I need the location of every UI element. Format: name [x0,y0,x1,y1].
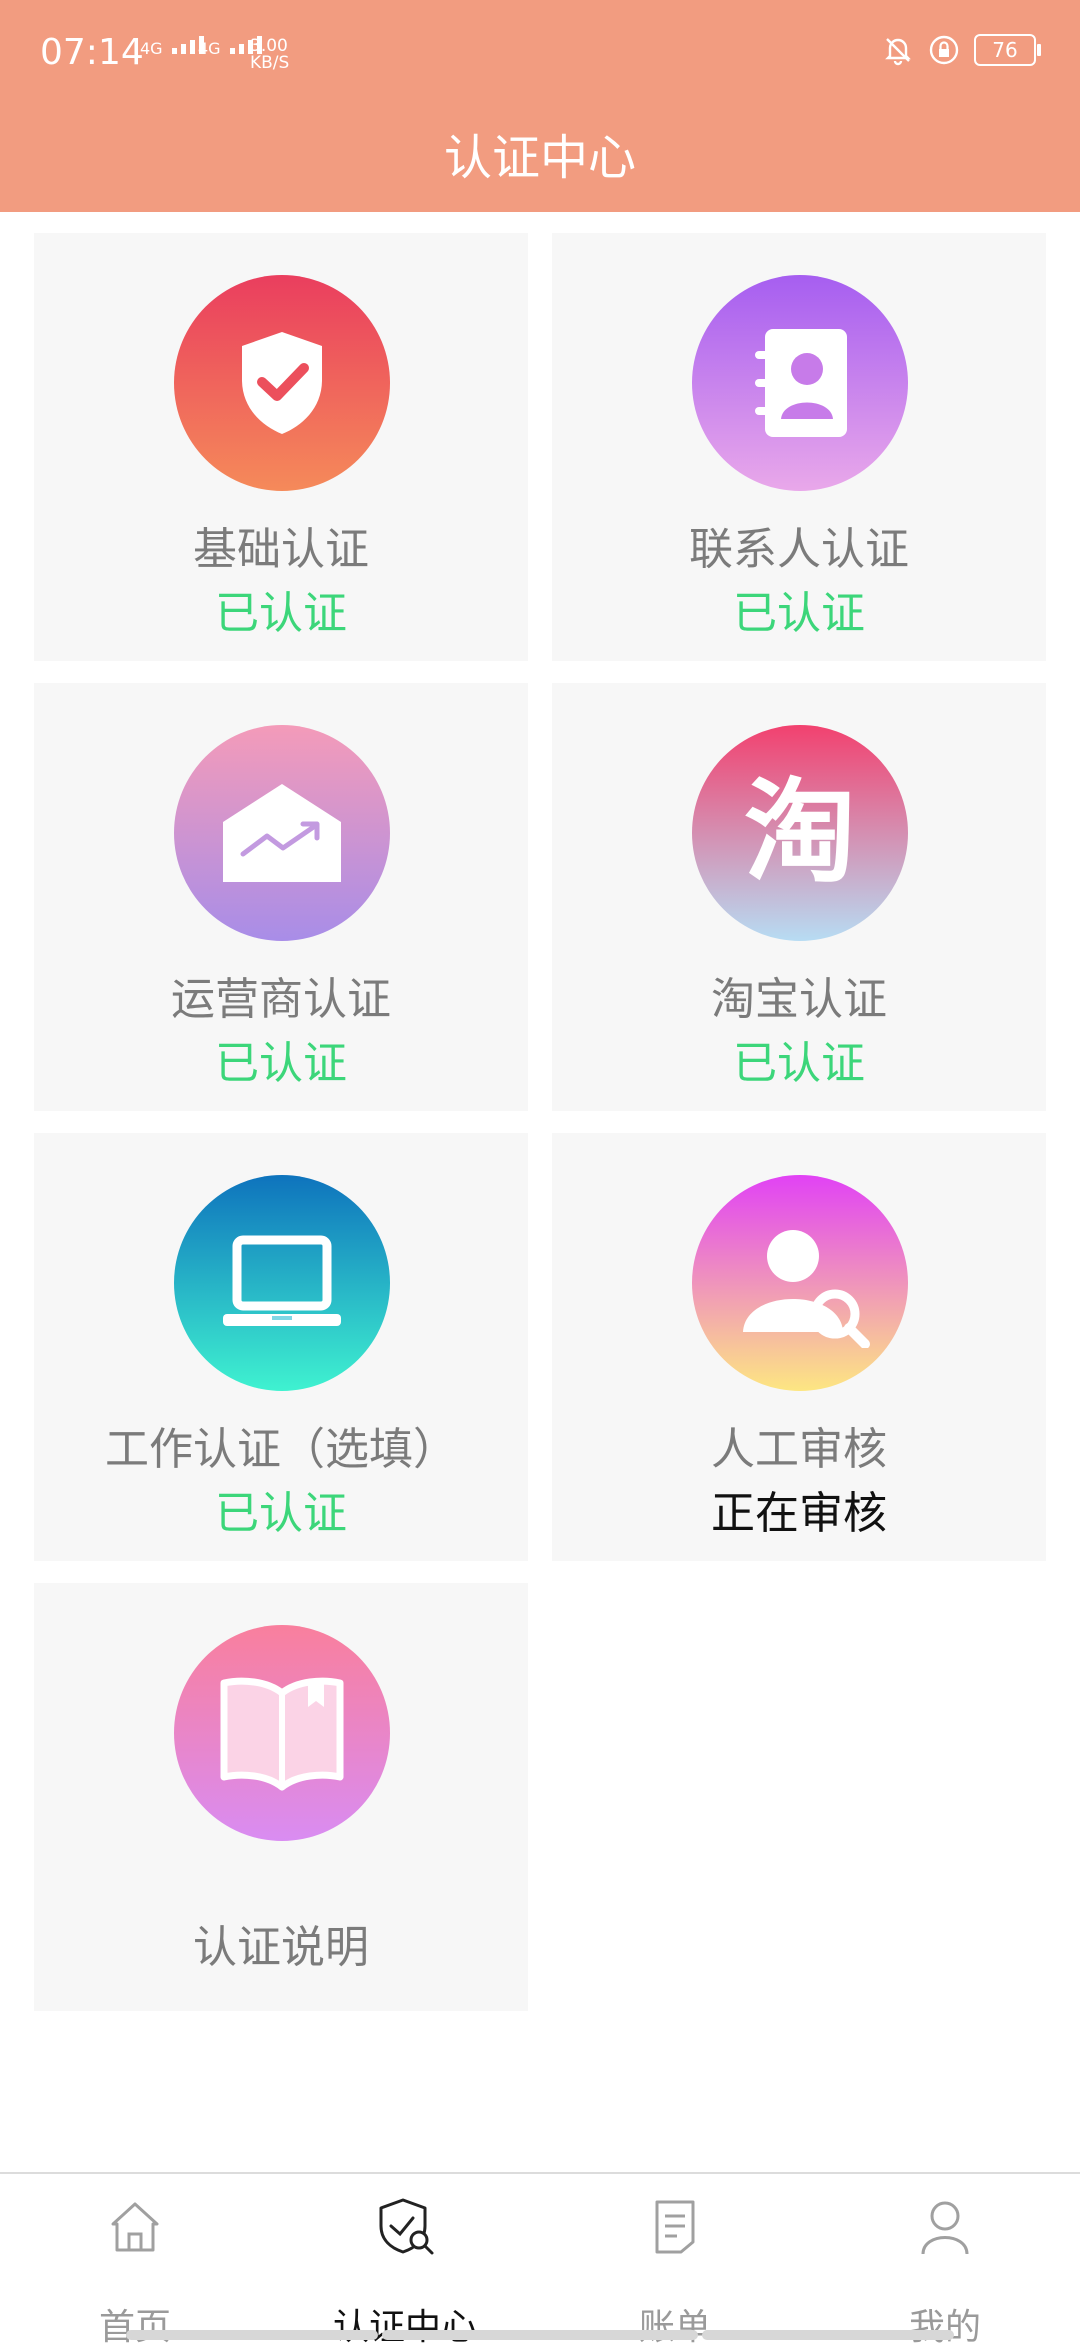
card-label: 认证说明 [193,1922,369,1973]
bell-mute-icon [885,38,911,66]
net-type-1: 4G [140,39,163,58]
card-taobao-verification[interactable]: 淘 淘宝认证 已认证 [552,683,1046,1111]
status-bar: 07:14 4G 4G 3.00 KB/S 76 [0,0,1080,110]
person-icon [921,2201,969,2255]
laptop-icon [174,1175,390,1391]
shield-check-icon [174,275,390,491]
net-speed: 3.00 KB/S [250,38,289,72]
status-badge: 已认证 [215,588,347,639]
gesture-bar-segment [382,2330,698,2340]
status-badge: 已认证 [215,1488,347,1539]
tab-bills[interactable]: 账单 [540,2174,810,2348]
status-badge: 正在审核 [711,1488,887,1539]
tab-mine[interactable]: 我的 [810,2174,1080,2348]
taobao-icon: 淘 [692,725,908,941]
card-label: 联系人认证 [689,524,909,575]
signal-1-icon: 4G [140,36,204,57]
user-search-icon [692,1175,908,1391]
page-title: 认证中心 [443,130,636,186]
tab-verification-center[interactable]: 认证中心 [270,2174,540,2348]
book-icon [174,1625,390,1841]
app-header: 07:14 4G 4G 3.00 KB/S 76 认证中心 [0,0,1080,212]
home-icon [111,2202,159,2252]
taobao-glyph: 淘 [744,768,856,898]
card-contacts-verification[interactable]: 联系人认证 已认证 [552,233,1046,661]
card-label: 人工审核 [711,1424,887,1475]
status-time: 07:14 [40,32,144,73]
status-badge: 已认证 [733,588,865,639]
tab-label: 我的 [908,2307,981,2348]
card-manual-review[interactable]: 人工审核 正在审核 [552,1133,1046,1561]
card-carrier-verification[interactable]: 运营商认证 已认证 [34,683,528,1111]
trend-house-icon [174,725,390,941]
net-speed-unit: KB/S [250,53,290,73]
card-work-verification[interactable]: 工作认证（选填） 已认证 [34,1133,528,1561]
card-label: 淘宝认证 [711,974,887,1025]
card-label: 运营商认证 [171,974,391,1025]
tab-label: 账单 [638,2307,711,2348]
card-label: 基础认证 [193,524,369,575]
battery-indicator: 76 [974,34,1041,66]
shield-search-icon [379,2198,434,2255]
gesture-bar-segment [126,2330,378,2340]
card-verification-instructions[interactable]: 认证说明 [34,1583,528,2011]
net-type-2: 4G [198,39,221,58]
card-basic-verification[interactable]: 基础认证 已认证 [34,233,528,661]
tab-home[interactable]: 首页 [0,2174,270,2348]
card-label: 工作认证（选填） [105,1424,457,1475]
tab-label: 认证中心 [332,2307,477,2348]
gesture-bar-segment [702,2330,954,2340]
contacts-book-icon [692,275,908,491]
document-icon [655,2200,695,2254]
tab-label: 首页 [98,2307,171,2348]
status-badge: 已认证 [215,1038,347,1089]
bottom-tab-bar: 首页 认证中心 账单 我的 [0,2172,1080,2348]
rotation-lock-icon [929,35,959,65]
status-badge: 已认证 [733,1038,865,1089]
